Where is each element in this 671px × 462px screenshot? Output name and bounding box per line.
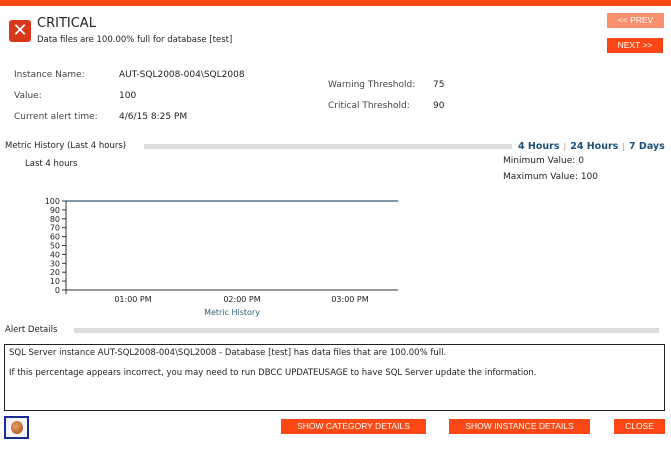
y-tick-label: 30 bbox=[50, 259, 60, 268]
alert-time-label: Current alert time: bbox=[14, 112, 98, 122]
orb-icon bbox=[11, 421, 23, 434]
value-value: 100 bbox=[119, 91, 137, 101]
x-axis-label: Metric History bbox=[204, 308, 260, 317]
alert-details-box: SQL Server instance AUT-SQL2008-004\SQL2… bbox=[4, 344, 665, 411]
alert-details-title: Alert Details bbox=[5, 325, 58, 335]
show-instance-details-button[interactable]: SHOW INSTANCE DETAILS bbox=[449, 419, 590, 434]
range-7-days[interactable]: 7 Days bbox=[629, 141, 665, 152]
metric-history-chart: 0102030405060708090100 01:00 PM 02:00 PM 03… bbox=[45, 197, 398, 317]
warning-threshold-label: Warning Threshold: bbox=[328, 80, 416, 90]
alert-time-value: 4/6/15 8:25 PM bbox=[119, 112, 188, 122]
instance-name-label: Instance Name: bbox=[14, 70, 85, 80]
x-tick-label: 01:00 PM bbox=[114, 295, 151, 304]
y-tick-label: 0 bbox=[55, 286, 60, 295]
warning-threshold-value: 75 bbox=[433, 80, 445, 90]
y-tick-label: 10 bbox=[50, 277, 60, 286]
alert-detail-line: SQL Server instance AUT-SQL2008-004\SQL2… bbox=[9, 348, 447, 358]
max-value-label: Maximum Value: bbox=[503, 172, 578, 182]
y-tick-label: 100 bbox=[45, 197, 60, 206]
section-divider bbox=[74, 328, 659, 333]
critical-threshold-value: 90 bbox=[433, 101, 445, 111]
y-tick-label: 90 bbox=[50, 206, 60, 215]
instance-name-value: AUT-SQL2008-004\SQL2008 bbox=[119, 70, 245, 80]
value-label: Value: bbox=[14, 91, 42, 101]
top-accent-bar bbox=[0, 0, 671, 6]
section-divider bbox=[144, 144, 512, 149]
y-tick-label: 80 bbox=[50, 215, 60, 224]
x-tick-label: 03:00 PM bbox=[331, 295, 368, 304]
x-tick-label: 02:00 PM bbox=[223, 295, 260, 304]
y-tick-label: 20 bbox=[50, 268, 60, 277]
close-button[interactable]: CLOSE bbox=[614, 419, 665, 434]
chart-subtitle: Last 4 hours bbox=[25, 159, 78, 169]
metric-history-title: Metric History (Last 4 hours) bbox=[5, 141, 127, 151]
y-tick-label: 60 bbox=[50, 233, 60, 242]
alert-detail-line: If this percentage appears incorrect, yo… bbox=[9, 368, 537, 378]
y-tick-label: 50 bbox=[50, 242, 60, 251]
range-4-hours[interactable]: 4 Hours bbox=[518, 141, 560, 152]
prev-button[interactable]: << PREV bbox=[607, 13, 664, 28]
max-value: 100 bbox=[580, 172, 599, 182]
app-gadget-button[interactable] bbox=[4, 416, 29, 439]
critical-x-icon: ✕ bbox=[9, 20, 31, 42]
y-tick-label: 40 bbox=[50, 250, 60, 259]
time-range-selector: 4 Hours | 24 Hours | 7 Days bbox=[518, 141, 665, 152]
min-value: 0 bbox=[578, 156, 584, 166]
severity-title: CRITICAL bbox=[37, 16, 96, 31]
alert-message: Data files are 100.00% full for database… bbox=[37, 35, 233, 45]
range-24-hours[interactable]: 24 Hours bbox=[570, 141, 618, 152]
min-value-label: Minimum Value: bbox=[503, 156, 576, 166]
next-button[interactable]: NEXT >> bbox=[607, 38, 663, 53]
show-category-details-button[interactable]: SHOW CATEGORY DETAILS bbox=[281, 419, 426, 434]
critical-threshold-label: Critical Threshold: bbox=[328, 101, 410, 111]
y-tick-label: 70 bbox=[50, 224, 60, 233]
